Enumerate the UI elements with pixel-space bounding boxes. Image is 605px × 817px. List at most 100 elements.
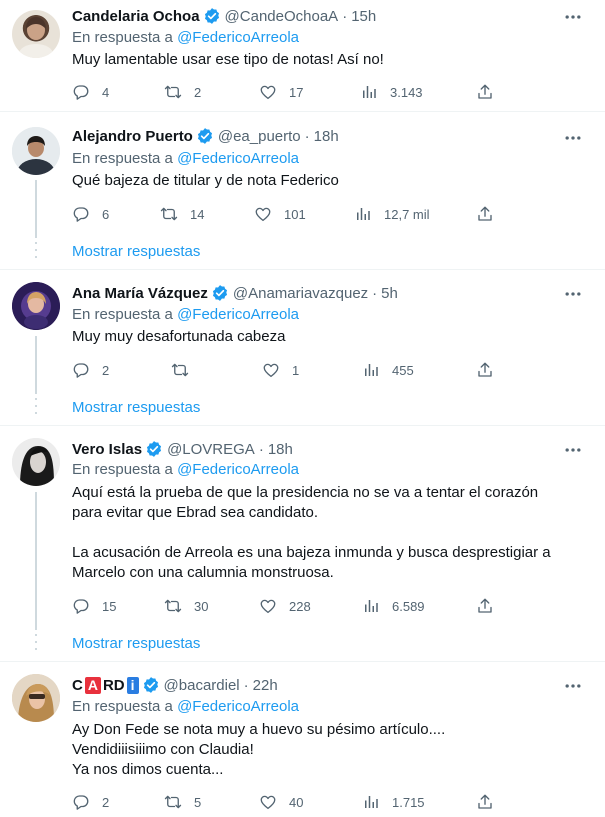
tweet-header: Vero Islas @LOVREGA · 18h [72, 439, 293, 459]
retweet-button[interactable]: 2 [164, 82, 201, 102]
author-name[interactable]: Candelaria Ochoa [72, 8, 200, 25]
tweet-text-line: Ya nos dimos cuenta... [72, 761, 224, 778]
avatar[interactable] [12, 10, 60, 58]
author-handle[interactable]: @bacardiel [164, 677, 240, 694]
timestamp[interactable]: 18h [314, 128, 339, 145]
author-handle[interactable]: @CandeOchoaA [225, 8, 339, 25]
reply-button[interactable]: 2 [72, 360, 109, 380]
share-button[interactable] [476, 596, 494, 616]
like-count: 17 [289, 84, 304, 100]
avatar[interactable] [12, 127, 60, 175]
tweet-header: C A RD i @bacardiel · 22h [72, 675, 278, 695]
like-button[interactable]: 1 [262, 360, 299, 380]
action-bar: 4 2 17 3.143 [72, 82, 502, 102]
like-icon [259, 597, 277, 615]
reply-button[interactable]: 6 [72, 204, 109, 224]
author-name[interactable]: Ana María Vázquez [72, 285, 208, 302]
replying-to-prefix: En respuesta a [72, 306, 173, 323]
tweet[interactable]: Candelaria Ochoa @CandeOchoaA · 15h En r… [0, 0, 605, 112]
mention-link[interactable]: @FedericoArreola [177, 461, 299, 478]
like-count: 228 [289, 598, 311, 614]
views-button[interactable]: 455 [362, 360, 414, 380]
share-button[interactable] [476, 792, 494, 812]
more-options-icon[interactable] [563, 440, 583, 460]
views-count: 455 [392, 362, 414, 378]
tweet-text-line: Qué bajeza de titular y de nota Federico [72, 172, 339, 189]
verified-badge-icon [211, 284, 229, 302]
views-button[interactable]: 1.715 [362, 792, 425, 812]
share-icon [476, 83, 494, 101]
verified-badge-icon [196, 127, 214, 145]
like-button[interactable]: 40 [259, 792, 303, 812]
more-options-icon[interactable] [563, 676, 583, 696]
retweet-button[interactable]: 30 [164, 596, 208, 616]
reply-icon [72, 597, 90, 615]
timestamp[interactable]: 15h [351, 8, 376, 25]
show-replies-link[interactable]: Mostrar respuestas [72, 399, 200, 416]
more-options-icon[interactable] [563, 128, 583, 148]
avatar[interactable] [12, 438, 60, 486]
replying-to: En respuesta a @FedericoArreola [72, 150, 299, 167]
tweet-text: Ay Don Fede se nota muy a huevo su pésim… [72, 720, 572, 780]
thread-line [35, 180, 37, 238]
tweet[interactable]: Ana María Vázquez @Anamariavazquez · 5h … [0, 270, 605, 426]
more-options-icon[interactable] [563, 284, 583, 304]
replying-to-prefix: En respuesta a [72, 150, 173, 167]
views-button[interactable]: 3.143 [360, 82, 423, 102]
like-button[interactable]: 101 [254, 204, 306, 224]
verified-badge-icon [145, 440, 163, 458]
reply-button[interactable]: 15 [72, 596, 116, 616]
like-count: 101 [284, 206, 306, 222]
share-button[interactable] [476, 204, 494, 224]
views-button[interactable]: 6.589 [362, 596, 425, 616]
reply-count: 15 [102, 598, 117, 614]
mention-link[interactable]: @FedericoArreola [177, 29, 299, 46]
tweet-text-line [72, 523, 572, 543]
retweet-button[interactable]: 14 [160, 204, 204, 224]
author-handle[interactable]: @LOVREGA [167, 441, 255, 458]
mention-link[interactable]: @FedericoArreola [177, 306, 299, 323]
reply-button[interactable]: 2 [72, 792, 109, 812]
avatar[interactable] [12, 282, 60, 330]
author-name[interactable]: Alejandro Puerto [72, 128, 193, 145]
replying-to: En respuesta a @FedericoArreola [72, 461, 299, 478]
timestamp[interactable]: 18h [268, 441, 293, 458]
replying-to: En respuesta a @FedericoArreola [72, 698, 299, 715]
more-options-icon[interactable] [563, 7, 583, 27]
views-icon [362, 361, 380, 379]
author-handle[interactable]: @Anamariavazquez [233, 285, 368, 302]
timestamp[interactable]: 22h [253, 677, 278, 694]
retweet-button[interactable]: 5 [164, 792, 201, 812]
mention-link[interactable]: @FedericoArreola [177, 150, 299, 167]
author-name[interactable]: Vero Islas [72, 441, 142, 458]
share-button[interactable] [476, 360, 494, 380]
timestamp[interactable]: 5h [381, 285, 398, 302]
share-button[interactable] [476, 82, 494, 102]
show-replies-link[interactable]: Mostrar respuestas [72, 243, 200, 260]
share-icon [476, 361, 494, 379]
tweet[interactable]: Vero Islas @LOVREGA · 18h En respuesta a… [0, 426, 605, 662]
avatar-photo [12, 674, 60, 722]
mention-link[interactable]: @FedericoArreola [177, 698, 299, 715]
separator-dot: · [372, 284, 378, 302]
thread-dots [35, 242, 37, 258]
avatar[interactable] [12, 674, 60, 722]
show-replies-link[interactable]: Mostrar respuestas [72, 635, 200, 652]
retweet-button[interactable] [171, 360, 201, 380]
views-icon [362, 793, 380, 811]
author-name[interactable]: C A RD i [72, 676, 139, 694]
reply-button[interactable]: 4 [72, 82, 109, 102]
views-button[interactable]: 12,7 mil [354, 204, 430, 224]
thread-line [35, 492, 37, 630]
author-handle[interactable]: @ea_puerto [218, 128, 301, 145]
tweet[interactable]: C A RD i @bacardiel · 22h En respuesta a @F… [0, 662, 605, 817]
avatar-photo [12, 438, 60, 486]
retweet-icon [160, 205, 178, 223]
tweet-text-line: Muy muy desafortunada cabeza [72, 328, 286, 345]
retweet-icon [164, 793, 182, 811]
views-icon [360, 83, 378, 101]
like-button[interactable]: 17 [259, 82, 303, 102]
tweet-text-line: para evitar que Ebrad sea candidato. [72, 504, 318, 521]
like-button[interactable]: 228 [259, 596, 311, 616]
tweet[interactable]: Alejandro Puerto @ea_puerto · 18h En res… [0, 112, 605, 270]
